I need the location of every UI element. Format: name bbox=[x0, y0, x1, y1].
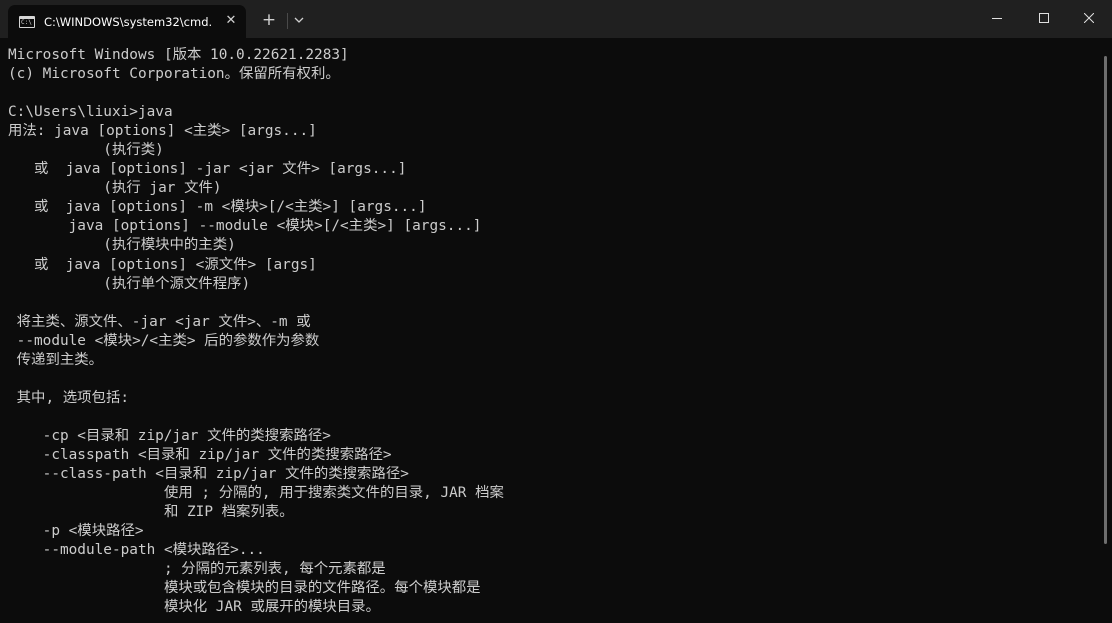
console-line: (c) Microsoft Corporation。保留所有权利。 bbox=[8, 66, 340, 83]
console-line: 将主类、源文件、-jar <jar 文件>、-m 或 bbox=[8, 313, 311, 330]
minimize-button[interactable] bbox=[974, 0, 1020, 36]
tab-cmd[interactable]: C:\ C:\WINDOWS\system32\cmd. ✕ bbox=[8, 5, 246, 38]
terminal-icon: C:\ bbox=[19, 16, 35, 28]
console-line: -classpath <目录和 zip/jar 文件的类搜索路径> bbox=[8, 446, 392, 463]
close-icon bbox=[1084, 13, 1094, 23]
dropdown-button[interactable] bbox=[290, 11, 308, 29]
console-line: C:\Users\liuxi>java bbox=[8, 104, 173, 121]
terminal-window: C:\ C:\WINDOWS\system32\cmd. ✕ + Microso… bbox=[0, 0, 1112, 623]
minimize-icon bbox=[992, 18, 1002, 19]
console-output[interactable]: Microsoft Windows [版本 10.0.22621.2283] (c… bbox=[0, 38, 1100, 623]
console-line: ; 分隔的元素列表, 每个元素都是 bbox=[8, 561, 386, 578]
console-line: --module-path <模块路径>... bbox=[8, 542, 265, 559]
console-line: 其中, 选项包括: bbox=[8, 389, 129, 406]
tab-divider bbox=[287, 13, 288, 29]
console-line: (执行类) bbox=[8, 142, 164, 159]
console-line: -p <模块路径> bbox=[8, 523, 144, 540]
chevron-down-icon bbox=[294, 17, 304, 23]
console-line: 或 java [options] -jar <jar 文件> [args...] bbox=[8, 161, 407, 178]
terminal-icon-label: C:\ bbox=[21, 19, 32, 26]
console-line: 模块或包含模块的目录的文件路径。每个模块都是 bbox=[8, 580, 481, 597]
console-line: (执行模块中的主类) bbox=[8, 237, 236, 254]
console-line: java [options] --module <模块>[/<主类>] [arg… bbox=[8, 218, 482, 235]
maximize-icon bbox=[1039, 13, 1049, 23]
console-line: 使用 ; 分隔的, 用于搜索类文件的目录, JAR 档案 bbox=[8, 485, 504, 502]
console-line: (执行单个源文件程序) bbox=[8, 275, 251, 292]
console-line: (执行 jar 文件) bbox=[8, 180, 222, 197]
console-line: -cp <目录和 zip/jar 文件的类搜索路径> bbox=[8, 427, 331, 444]
scrollbar[interactable] bbox=[1100, 38, 1112, 623]
console-line: --class-path <目录和 zip/jar 文件的类搜索路径> bbox=[8, 466, 409, 483]
console-line: 或 java [options] <源文件> [args] bbox=[8, 256, 317, 273]
scrollbar-thumb[interactable] bbox=[1104, 56, 1107, 544]
close-tab-button[interactable]: ✕ bbox=[222, 12, 240, 30]
console-line: --module <模块>/<主类> 后的参数作为参数 bbox=[8, 332, 320, 349]
console-line: 和 ZIP 档案列表。 bbox=[8, 504, 294, 521]
console-line: 传递到主类。 bbox=[8, 351, 104, 368]
tab-title: C:\WINDOWS\system32\cmd. bbox=[44, 15, 212, 29]
console-line: 或 java [options] -m <模块>[/<主类>] [args...… bbox=[8, 199, 427, 216]
console-line: 用法: java [options] <主类> [args...] bbox=[8, 123, 317, 140]
maximize-button[interactable] bbox=[1021, 0, 1067, 36]
console-line: Microsoft Windows [版本 10.0.22621.2283] bbox=[8, 47, 349, 63]
title-bar[interactable]: C:\ C:\WINDOWS\system32\cmd. ✕ + bbox=[0, 0, 1112, 38]
new-tab-button[interactable]: + bbox=[259, 10, 279, 30]
console-line: 模块化 JAR 或展开的模块目录。 bbox=[8, 599, 380, 616]
close-window-button[interactable] bbox=[1066, 0, 1112, 36]
